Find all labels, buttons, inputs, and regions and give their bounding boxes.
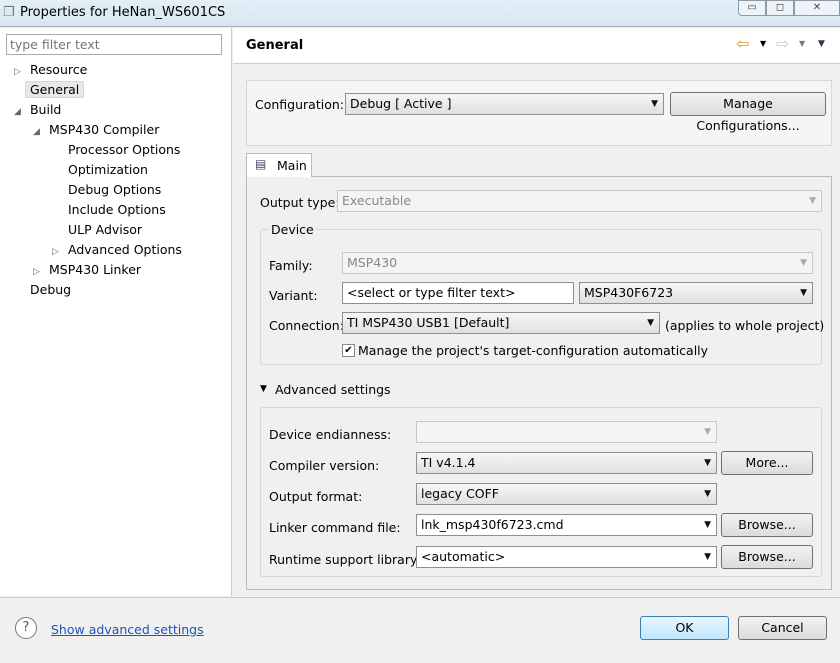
configuration-label: Configuration:	[255, 97, 344, 112]
chevron-down-icon: ▼	[800, 258, 807, 268]
cancel-button[interactable]: Cancel	[738, 616, 827, 640]
expand-icon[interactable]: ▷	[52, 242, 64, 262]
expand-icon[interactable]: ▷	[33, 262, 45, 282]
tree-item-resource[interactable]: ▷ Resource	[0, 60, 231, 80]
runtime-library-value: <automatic>	[421, 549, 506, 564]
chevron-down-icon: ▼	[809, 196, 816, 206]
output-format-label: Output format:	[269, 489, 363, 504]
close-button[interactable]: ✕	[794, 0, 840, 16]
help-icon[interactable]: ?	[15, 617, 37, 639]
view-menu-icon[interactable]: ▼	[818, 39, 825, 49]
more-button[interactable]: More...	[721, 451, 813, 475]
compiler-version-value: TI v4.1.4	[421, 455, 476, 470]
collapse-icon[interactable]: ◢	[33, 122, 45, 142]
tree: ▷ Resource General ◢ Build ◢ MSP430 Comp…	[0, 60, 231, 300]
manage-configurations-button[interactable]: Manage Configurations...	[670, 92, 826, 133]
browse-runtime-button[interactable]: Browse...	[721, 545, 813, 569]
chevron-down-icon: ▼	[704, 520, 711, 530]
tree-item-debug-options[interactable]: Debug Options	[0, 180, 231, 200]
tree-item-msp430-compiler[interactable]: ◢ MSP430 Compiler	[0, 120, 231, 140]
table-icon: ▤	[255, 157, 267, 171]
manage-target-checkbox[interactable]: ✔	[342, 344, 355, 357]
linker-command-value: lnk_msp430f6723.cmd	[421, 517, 564, 532]
collapse-icon[interactable]: ▼	[260, 384, 267, 394]
back-arrow-icon[interactable]: ⇦	[736, 34, 749, 53]
runtime-library-label: Runtime support library:	[269, 552, 421, 567]
forward-dropdown-icon[interactable]: ▼	[799, 39, 805, 48]
ok-button[interactable]: OK	[640, 616, 729, 640]
chevron-down-icon: ▼	[704, 489, 711, 499]
advanced-settings-toggle[interactable]: Advanced settings	[275, 382, 391, 397]
chevron-down-icon: ▼	[651, 99, 658, 109]
main-tab-panel: Output type: Executable ▼ Device Family: …	[246, 176, 832, 590]
connection-note: (applies to whole project)	[665, 318, 825, 333]
tree-item-debug[interactable]: Debug	[0, 280, 231, 300]
output-format-select[interactable]: legacy COFF ▼	[416, 483, 717, 505]
maximize-button[interactable]: ◻	[766, 0, 794, 16]
linker-command-input[interactable]: lnk_msp430f6723.cmd ▼	[416, 514, 717, 536]
tree-item-ulp-advisor[interactable]: ULP Advisor	[0, 220, 231, 240]
manage-target-label: Manage the project's target-configuratio…	[358, 343, 709, 358]
configuration-value: Debug [ Active ]	[350, 96, 452, 111]
title-bar: ❒ Properties for HeNan_WS601CS ▭ ◻ ✕	[0, 0, 840, 27]
connection-label: Connection:	[269, 318, 344, 333]
tree-item-build[interactable]: ◢ Build	[0, 100, 231, 120]
output-format-value: legacy COFF	[421, 486, 499, 501]
page-title: General	[246, 38, 304, 53]
tree-item-include-options[interactable]: Include Options	[0, 200, 231, 220]
variant-label: Variant:	[269, 288, 318, 303]
output-type-select[interactable]: Executable ▼	[337, 190, 822, 212]
filter-input[interactable]	[6, 34, 222, 55]
compiler-version-select[interactable]: TI v4.1.4 ▼	[416, 452, 717, 474]
runtime-library-input[interactable]: <automatic> ▼	[416, 546, 717, 568]
tree-item-processor-options[interactable]: Processor Options	[0, 140, 231, 160]
chevron-down-icon: ▼	[704, 427, 711, 437]
browse-linker-button[interactable]: Browse...	[721, 513, 813, 537]
endianness-select[interactable]: ▼	[416, 421, 717, 443]
chevron-down-icon: ▼	[800, 288, 807, 298]
linker-command-label: Linker command file:	[269, 520, 401, 535]
device-group-label: Device	[269, 222, 316, 237]
family-select[interactable]: MSP430 ▼	[342, 252, 813, 274]
connection-select[interactable]: TI MSP430 USB1 [Default] ▼	[342, 312, 660, 334]
endianness-label: Device endianness:	[269, 427, 392, 442]
window-title: Properties for HeNan_WS601CS	[20, 5, 226, 20]
advanced-settings-group: Device endianness: ▼ Compiler version: T…	[260, 407, 822, 577]
configuration-select[interactable]: Debug [ Active ] ▼	[345, 93, 664, 115]
expand-icon[interactable]: ▷	[14, 62, 26, 82]
configuration-group: Configuration: Debug [ Active ] ▼ Manage …	[246, 80, 832, 146]
family-label: Family:	[269, 258, 313, 273]
output-type-label: Output type:	[260, 195, 340, 210]
page-header: General ⇦ ▼ ⇨ ▼ ▼	[233, 28, 840, 64]
tree-item-optimization[interactable]: Optimization	[0, 160, 231, 180]
variant-filter-input[interactable]: <select or type filter text>	[342, 282, 574, 304]
show-advanced-settings-link[interactable]: Show advanced settings	[51, 622, 204, 637]
variant-select[interactable]: MSP430F6723 ▼	[579, 282, 813, 304]
compiler-version-label: Compiler version:	[269, 458, 380, 473]
output-type-value: Executable	[342, 193, 412, 208]
chevron-down-icon: ▼	[647, 318, 654, 328]
minimize-button[interactable]: ▭	[738, 0, 766, 16]
family-value: MSP430	[347, 255, 398, 270]
tree-item-advanced-options[interactable]: ▷ Advanced Options	[0, 240, 231, 260]
navigation-panel: ▷ Resource General ◢ Build ◢ MSP430 Comp…	[0, 28, 232, 596]
connection-value: TI MSP430 USB1 [Default]	[347, 315, 510, 330]
variant-value: MSP430F6723	[584, 285, 674, 300]
tab-label: Main	[277, 158, 307, 173]
dialog-footer: ? Show advanced settings OK Cancel	[0, 597, 840, 663]
tab-main[interactable]: ▤ Main	[246, 153, 312, 177]
app-icon: ❒	[3, 5, 15, 20]
tree-item-msp430-linker[interactable]: ▷ MSP430 Linker	[0, 260, 231, 280]
back-dropdown-icon[interactable]: ▼	[760, 39, 766, 48]
collapse-icon[interactable]: ◢	[14, 102, 26, 122]
device-group: Device Family: MSP430 ▼ Variant: <select …	[260, 222, 825, 365]
chevron-down-icon: ▼	[704, 552, 711, 562]
variant-filter-text: <select or type filter text>	[347, 285, 516, 300]
chevron-down-icon: ▼	[704, 458, 711, 468]
tree-item-general[interactable]: General	[0, 80, 231, 100]
forward-arrow-icon[interactable]: ⇨	[776, 34, 789, 53]
